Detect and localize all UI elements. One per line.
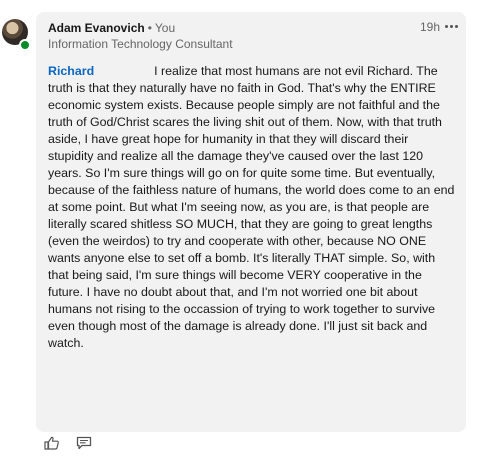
comment-thread: Adam Evanovich • You Information Technol… — [0, 0, 479, 456]
ellipsis-icon — [444, 24, 458, 28]
comment-body: Richard I realize that most humans are no… — [48, 63, 456, 352]
thumbs-up-icon — [44, 436, 59, 450]
author-headline: Information Technology Consultant — [48, 37, 233, 51]
separator-dot: • — [147, 21, 152, 35]
connection-degree: You — [154, 21, 176, 35]
reply-button[interactable] — [76, 436, 92, 450]
mention-link[interactable]: Richard — [48, 64, 94, 78]
comment-icon — [76, 436, 92, 450]
online-status-indicator — [19, 39, 31, 51]
like-button[interactable] — [44, 436, 60, 450]
comment-body-text: I realize that most humans are not evil … — [48, 64, 455, 350]
author-name[interactable]: Adam Evanovich — [48, 21, 145, 35]
comment-author-row: Adam Evanovich • You — [48, 20, 175, 36]
more-options-button[interactable] — [440, 17, 462, 35]
comment-timestamp: 19h — [420, 20, 441, 34]
